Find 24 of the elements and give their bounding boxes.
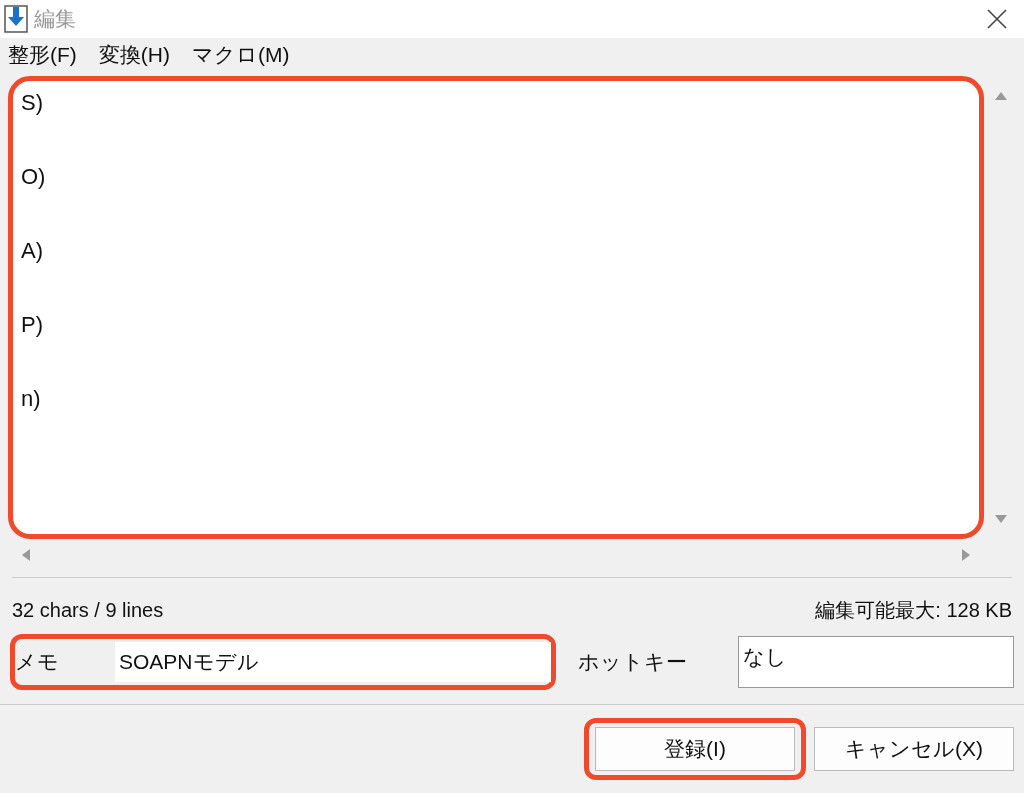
menu-item[interactable]: 整形(F) [8, 39, 77, 71]
text-line: A) [21, 237, 44, 265]
max-size: 編集可能最大: 128 KB [815, 598, 1012, 623]
window-title: 編集 [34, 6, 76, 33]
text-editor[interactable]: S) O) A) P) n) [8, 76, 984, 539]
text-line: O) [21, 163, 47, 191]
close-icon[interactable] [986, 8, 1008, 30]
scroll-down-icon[interactable] [995, 515, 1007, 523]
scroll-up-icon[interactable] [995, 92, 1007, 100]
text-line: S) [21, 89, 44, 117]
scroll-right-icon[interactable] [962, 549, 970, 561]
memo-field[interactable]: SOAPNモデル [115, 642, 551, 682]
char-count: 32 chars / 9 lines [12, 598, 164, 623]
text-line: P) [21, 311, 44, 339]
hotkey-label: ホットキー [578, 649, 688, 676]
text-line: n) [21, 385, 42, 413]
download-icon [4, 5, 28, 33]
dialog-button[interactable]: 登録(I) [595, 727, 795, 771]
menu-item[interactable]: 変換(H) [98, 39, 170, 71]
hotkey-field[interactable]: なし [738, 636, 1014, 688]
memo-label: メモ [15, 649, 60, 676]
menu-item[interactable]: マクロ(M) [192, 39, 290, 71]
scroll-left-icon[interactable] [22, 549, 30, 561]
dialog-button[interactable]: キャンセル(X) [814, 727, 1014, 771]
